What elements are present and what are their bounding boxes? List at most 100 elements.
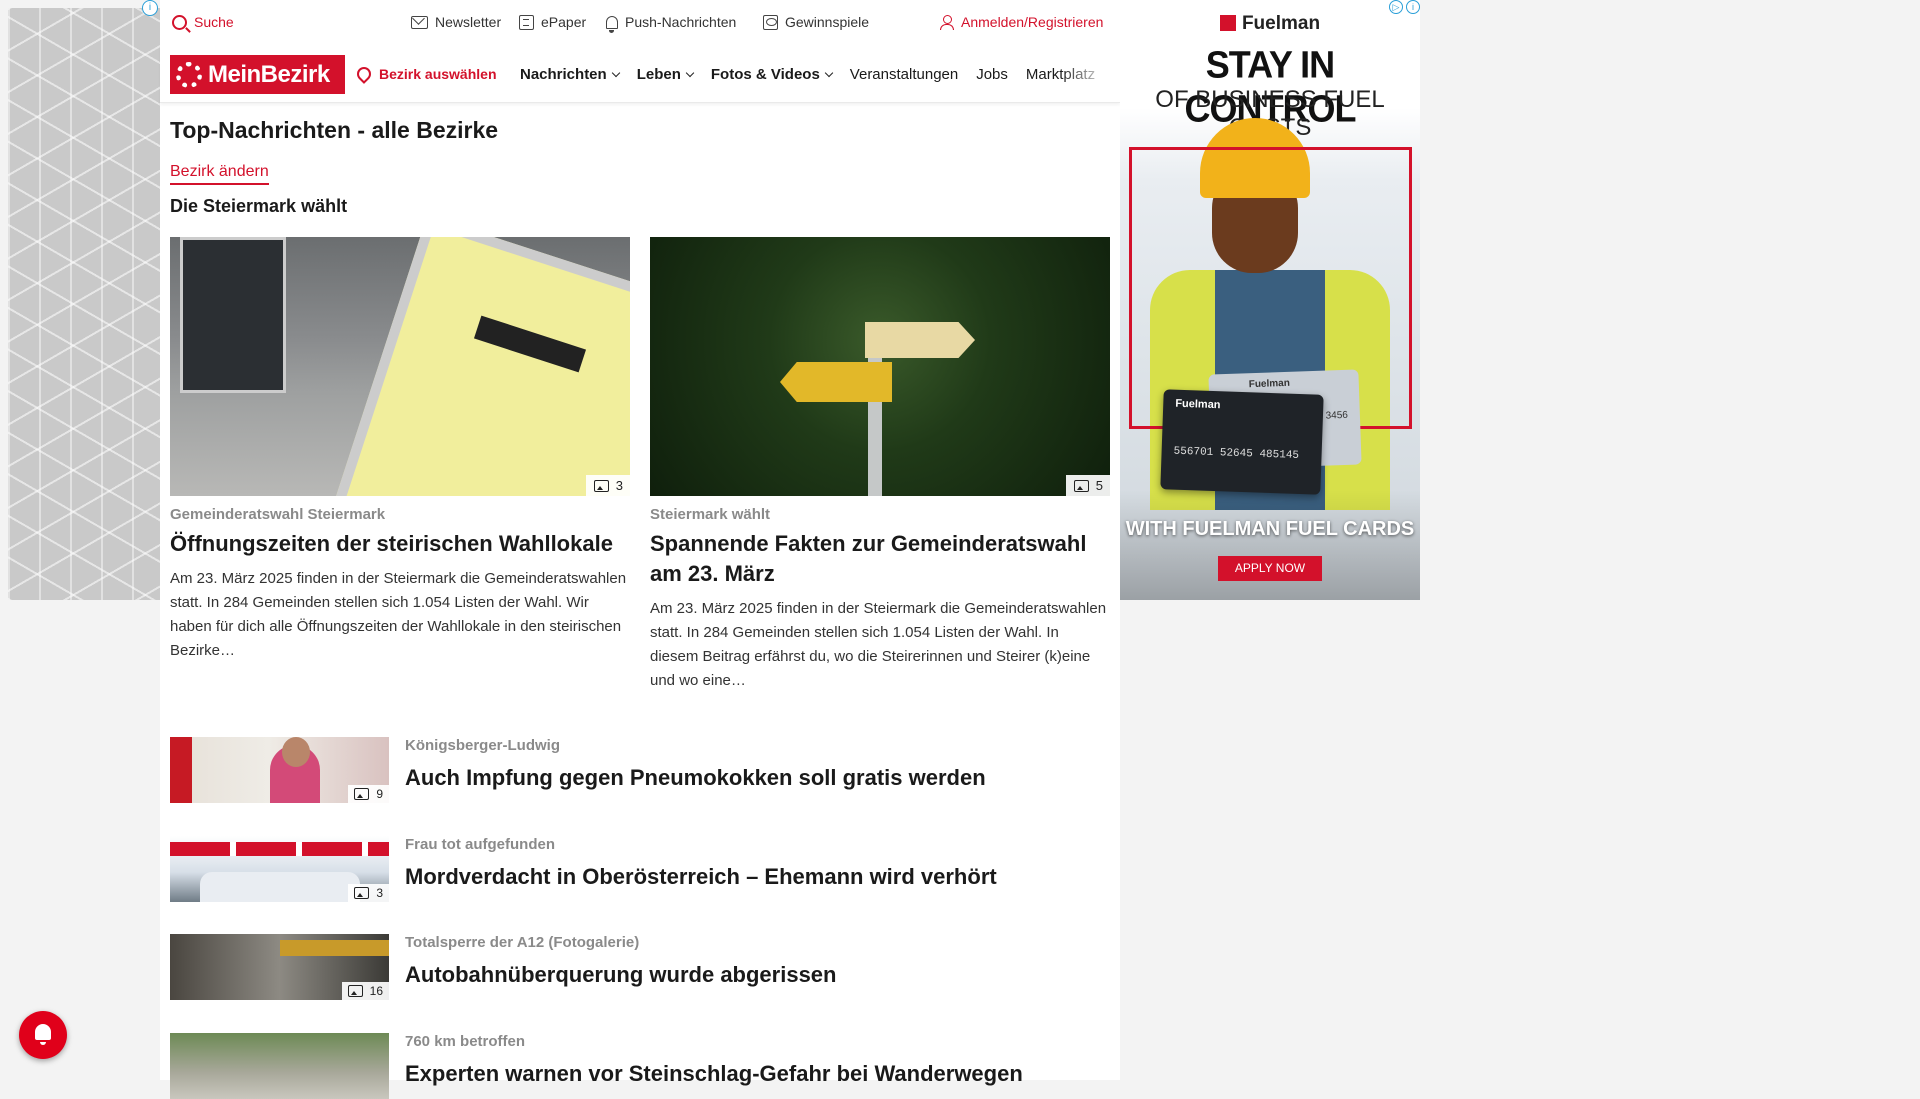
gallery-badge: 3 xyxy=(585,475,630,496)
thumb-detail xyxy=(200,872,360,902)
ad-apply-button[interactable]: APPLY NOW xyxy=(1218,556,1322,581)
feature-card[interactable]: 3 Gemeinderatswahl Steiermark Öffnungsze… xyxy=(170,237,630,663)
ad-card-number: 556701 52645 485145 xyxy=(1173,445,1300,462)
chevron-down-icon xyxy=(611,68,620,78)
image-sign xyxy=(328,237,630,496)
gift-icon xyxy=(763,14,778,30)
newspaper-icon xyxy=(519,14,534,30)
nav-item-label: Leben xyxy=(636,66,681,83)
epaper-label: ePaper xyxy=(541,14,587,30)
article-headline[interactable]: Experten warnen vor Steinschlag-Gefahr b… xyxy=(405,1061,1023,1087)
nav-overflow-fade xyxy=(1060,56,1120,96)
push-notifications-link[interactable]: Push-Nachrichten xyxy=(606,14,737,33)
newsletter-label: Newsletter xyxy=(435,14,502,30)
ad-card-label: Fuelman xyxy=(1175,397,1221,412)
nav-item-fotos-videos[interactable]: Fotos & Videos xyxy=(710,66,834,83)
nav-item-veranstaltungen[interactable]: Veranstaltungen xyxy=(850,66,958,83)
push-notification-button[interactable] xyxy=(19,1011,67,1059)
thumb-detail xyxy=(170,737,192,803)
ad-brand: Fuelman xyxy=(1120,13,1420,35)
thumb-detail xyxy=(280,940,389,956)
bell-icon xyxy=(606,15,618,33)
gallery-count: 3 xyxy=(615,478,623,493)
bezirk-select-label: Bezirk auswählen xyxy=(379,66,497,82)
article-headline[interactable]: Autobahnüberquerung wurde abgerissen xyxy=(405,962,836,988)
article-kicker: Gemeinderatswahl Steiermark xyxy=(170,506,386,523)
article-thumbnail[interactable]: 3 xyxy=(170,836,389,902)
search-link[interactable]: Suche xyxy=(172,14,234,30)
epaper-link[interactable]: ePaper xyxy=(519,14,586,30)
nav-item-jobs[interactable]: Jobs xyxy=(976,66,1008,83)
ad-fuel-card: Fuelman 556701 52645 485145 xyxy=(1160,389,1324,495)
gallery-badge: 5 xyxy=(1065,475,1110,496)
ad-choices[interactable]: ▷ i xyxy=(1389,0,1420,14)
article-kicker: Steiermark wählt xyxy=(650,506,771,523)
bezirk-select-button[interactable]: Bezirk auswählen xyxy=(354,64,497,84)
image-gallery-icon xyxy=(593,479,609,492)
ad-shade xyxy=(1120,490,1420,600)
main-column: Suche Newsletter ePaper Push-Nachrichten… xyxy=(160,0,1120,1099)
site-logo[interactable]: MeinBezirk xyxy=(170,55,345,94)
nav-links: Nachrichten Leben Fotos & Videos Veranst… xyxy=(520,66,1113,83)
article-thumbnail[interactable]: 16 xyxy=(170,934,389,1000)
thumb-detail xyxy=(170,842,389,856)
logo-text: MeinBezirk xyxy=(208,60,330,88)
article-image[interactable]: 3 xyxy=(170,237,630,496)
ad-info-icon[interactable]: i xyxy=(1406,0,1420,14)
image-door xyxy=(180,237,286,393)
logo-mark-icon xyxy=(176,61,202,88)
main-nav: MeinBezirk Bezirk auswählen Nachrichten … xyxy=(160,46,1120,103)
ad-card-back-label: Fuelman xyxy=(1248,377,1291,391)
gallery-count: 9 xyxy=(376,787,383,801)
nav-item-label: Fotos & Videos xyxy=(710,66,820,83)
bell-icon xyxy=(35,1024,51,1045)
article-kicker: Königsberger-Ludwig xyxy=(405,737,560,754)
gallery-badge: 3 xyxy=(348,884,389,902)
article-teaser: Am 23. März 2025 finden in der Steiermar… xyxy=(170,570,627,659)
gewinnspiele-label: Gewinnspiele xyxy=(785,14,870,30)
article-headline[interactable]: Auch Impfung gegen Pneumokokken soll gra… xyxy=(405,765,986,791)
article-headline[interactable]: Öffnungszeiten der steirischen Wahllokal… xyxy=(170,529,630,559)
gewinnspiele-link[interactable]: Gewinnspiele xyxy=(763,14,869,30)
article-thumbnail[interactable] xyxy=(170,1033,389,1099)
article-headline[interactable]: Spannende Fakten zur Gemeinderatswahl am… xyxy=(650,529,1110,589)
article-image[interactable]: 5 xyxy=(650,237,1110,496)
login-link[interactable]: Anmelden/Registrieren xyxy=(940,14,1103,30)
ad-card-back-number: 3456 xyxy=(1325,409,1349,422)
ad-info-icon[interactable]: i xyxy=(142,0,158,16)
right-ad-banner[interactable]: Fuelman STAY IN CONTROL OF BUSINESS FUEL… xyxy=(1120,0,1420,600)
push-label: Push-Nachrichten xyxy=(625,14,737,30)
chevron-down-icon xyxy=(824,68,834,78)
gallery-badge: 16 xyxy=(341,982,389,1000)
newsletter-link[interactable]: Newsletter xyxy=(411,14,501,30)
nav-item-label: Veranstaltungen xyxy=(849,66,959,83)
search-label: Suche xyxy=(194,14,234,30)
nav-item-label: Jobs xyxy=(976,66,1008,83)
ad-play-icon[interactable]: ▷ xyxy=(1389,0,1403,14)
ad-tagline: WITH FUELMAN FUEL CARDS xyxy=(1125,518,1415,540)
gallery-count: 5 xyxy=(1095,478,1103,493)
image-gallery-icon xyxy=(347,985,363,997)
feature-card[interactable]: 5 Steiermark wählt Spannende Fakten zur … xyxy=(650,237,1110,693)
image-sign-left xyxy=(780,362,892,402)
mail-icon xyxy=(411,15,428,29)
left-ad-skin[interactable] xyxy=(8,8,160,600)
chevron-down-icon xyxy=(685,68,695,78)
image-gallery-icon xyxy=(1073,479,1089,492)
article-kicker: 760 km betroffen xyxy=(405,1033,526,1050)
image-sign-right xyxy=(865,322,975,358)
gallery-badge: 9 xyxy=(348,785,389,803)
list-item[interactable]: 16 Totalsperre der A12 (Fotogalerie) Aut… xyxy=(170,934,1110,1000)
article-teaser: Am 23. März 2025 finden in der Steiermar… xyxy=(650,600,1107,689)
nav-item-nachrichten[interactable]: Nachrichten xyxy=(520,66,620,83)
list-item[interactable]: 9 Königsberger-Ludwig Auch Impfung gegen… xyxy=(170,737,1110,803)
nav-item-leben[interactable]: Leben xyxy=(636,66,695,83)
utility-bar: Suche Newsletter ePaper Push-Nachrichten… xyxy=(160,0,1120,46)
article-thumbnail[interactable]: 9 xyxy=(170,737,389,803)
location-pin-icon xyxy=(354,64,374,84)
list-item[interactable]: 760 km betroffen Experten warnen vor Ste… xyxy=(170,1033,1110,1099)
article-headline[interactable]: Mordverdacht in Oberösterreich – Ehemann… xyxy=(405,864,997,890)
list-item[interactable]: 3 Frau tot aufgefunden Mordverdacht in O… xyxy=(170,836,1110,902)
nav-item-label: Nachrichten xyxy=(520,66,607,83)
change-bezirk-link[interactable]: Bezirk ändern xyxy=(170,163,269,185)
